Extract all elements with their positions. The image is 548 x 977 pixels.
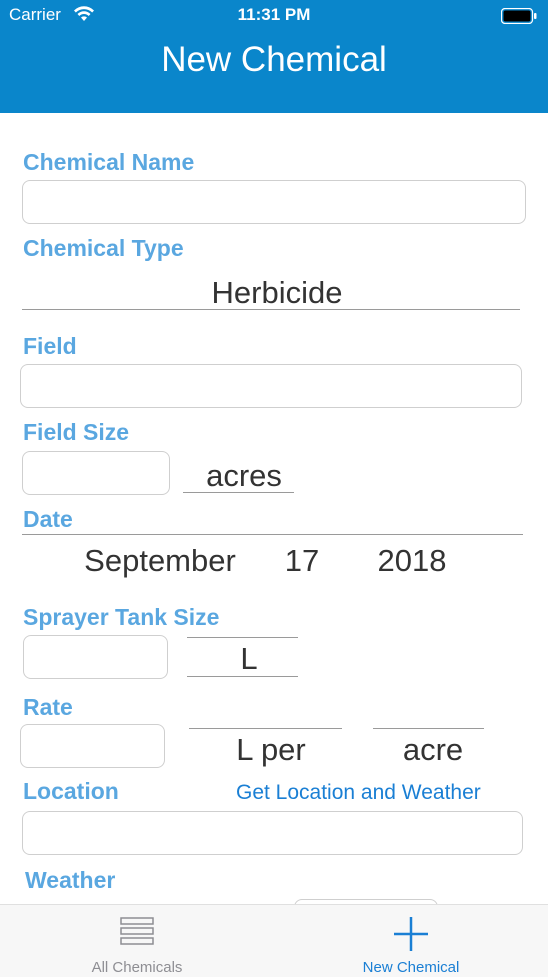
rate-area-unit-picker[interactable]: acre	[373, 732, 493, 768]
location-input[interactable]	[22, 811, 523, 855]
date-month-picker[interactable]: September	[70, 543, 250, 579]
tab-new-chemical[interactable]: New Chemical	[274, 905, 548, 977]
get-location-weather-button[interactable]: Get Location and Weather	[236, 781, 481, 805]
rate-label: Rate	[23, 694, 73, 720]
field-label: Field	[23, 333, 77, 359]
sprayer-tank-size-label: Sprayer Tank Size	[23, 604, 220, 630]
date-divider	[22, 534, 523, 535]
sprayer-unit-picker[interactable]: L	[187, 641, 311, 677]
clock: 11:31 PM	[237, 5, 311, 24]
sprayer-unit-divider-top	[187, 637, 298, 638]
chemical-name-input[interactable]	[22, 180, 526, 224]
chemical-name-label: Chemical Name	[23, 149, 195, 175]
date-label: Date	[23, 506, 73, 532]
plus-icon	[392, 915, 430, 958]
tab-new-chemical-label: New Chemical	[362, 959, 460, 976]
tab-all-chemicals[interactable]: All Chemicals	[0, 905, 274, 977]
chemical-type-picker[interactable]: Herbicide	[22, 275, 532, 311]
weather-label: Weather	[25, 867, 116, 893]
rate-input[interactable]	[20, 724, 165, 768]
field-input[interactable]	[20, 364, 522, 408]
navigation-header: Carrier 11:31 PM New Chemical	[0, 0, 548, 113]
tab-bar: All Chemicals New Chemical	[0, 904, 548, 977]
location-label: Location	[23, 778, 119, 804]
date-day-picker[interactable]: 17	[272, 543, 332, 579]
rate-area-divider	[373, 728, 484, 729]
field-size-unit-picker[interactable]: acres	[183, 458, 305, 494]
battery-icon	[500, 7, 537, 29]
tab-all-chemicals-label: All Chemicals	[91, 959, 183, 976]
field-size-input[interactable]	[22, 451, 170, 495]
sprayer-unit-divider-bottom	[187, 676, 298, 677]
sprayer-tank-size-input[interactable]	[23, 635, 168, 679]
field-size-unit-divider	[183, 492, 294, 493]
page-title: New Chemical	[161, 40, 387, 79]
status-bar: Carrier 11:31 PM	[0, 0, 548, 30]
chemical-type-label: Chemical Type	[23, 235, 184, 261]
rate-unit-divider	[189, 728, 342, 729]
rate-unit-picker[interactable]: L per	[189, 732, 353, 768]
field-size-label: Field Size	[23, 419, 130, 445]
list-icon	[120, 917, 154, 952]
chemical-type-divider	[22, 309, 520, 310]
date-year-picker[interactable]: 2018	[362, 543, 462, 579]
